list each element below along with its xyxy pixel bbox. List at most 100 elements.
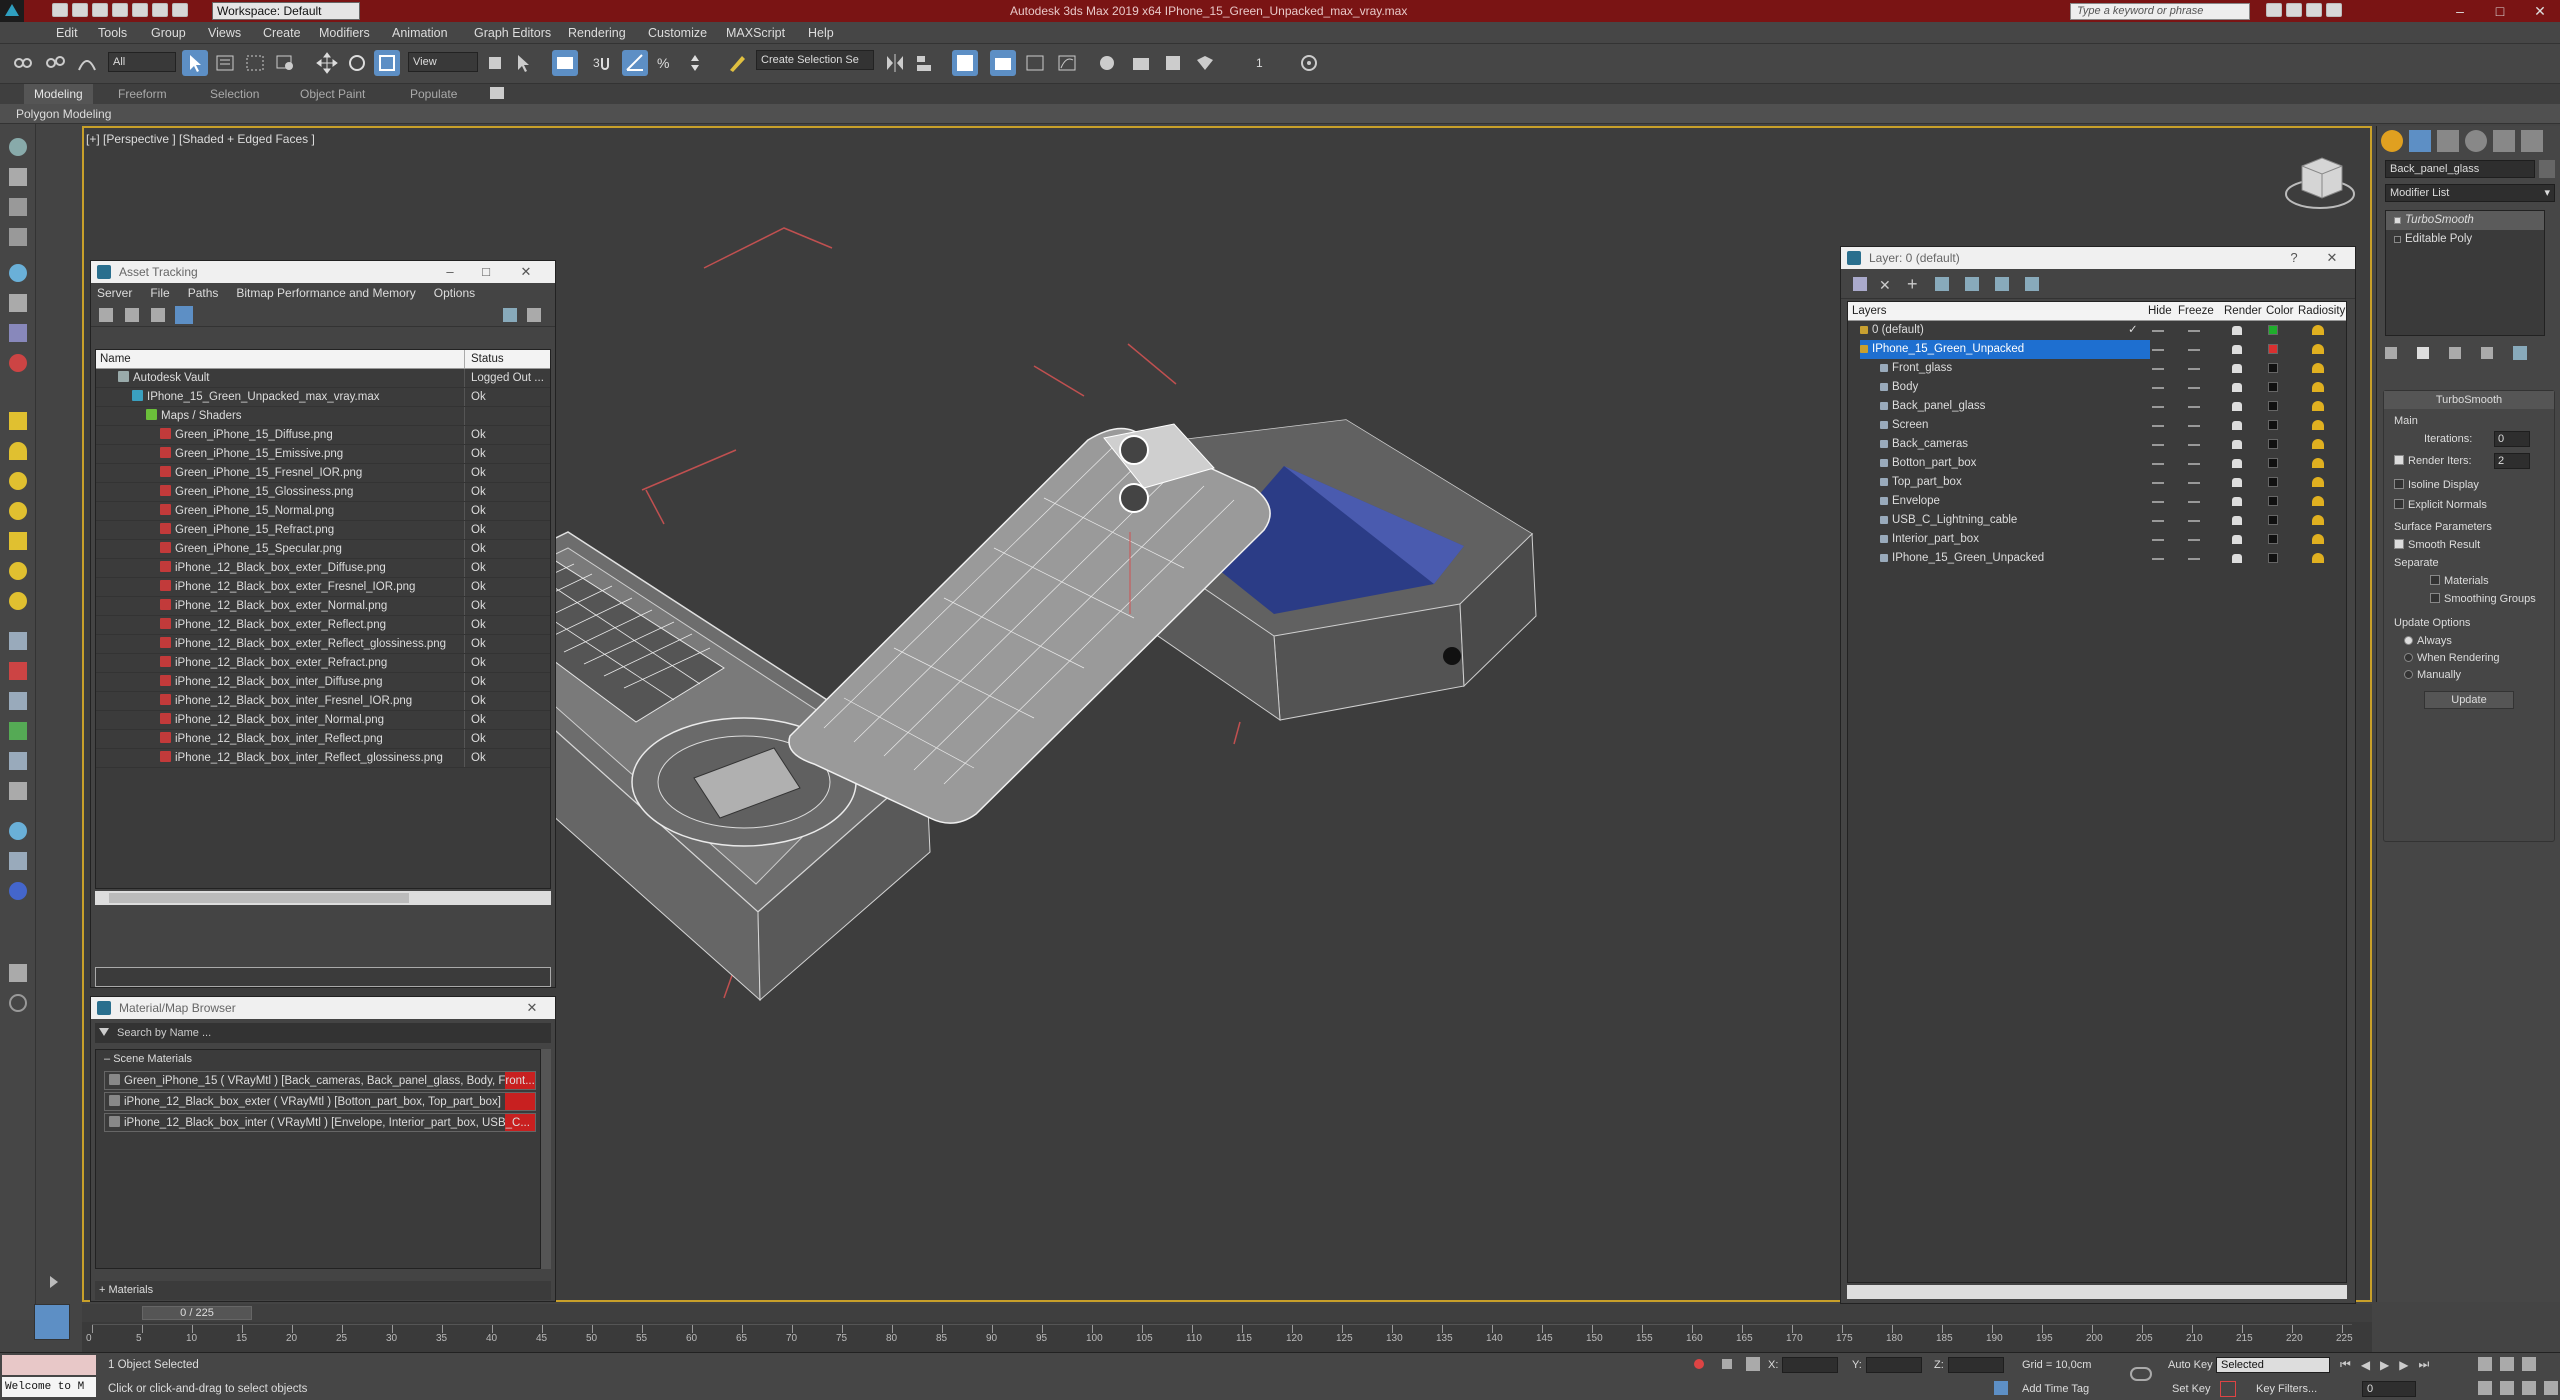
radiosity-icon[interactable]: [2312, 496, 2324, 506]
freeze-toggle-icon[interactable]: [2188, 406, 2200, 408]
x-coordinate-field[interactable]: [1782, 1357, 1838, 1373]
modifier-list-dropdown[interactable]: Modifier List ▾: [2385, 184, 2555, 202]
update-button[interactable]: Update: [2424, 691, 2514, 709]
materials-footer[interactable]: + Materials: [95, 1281, 551, 1300]
material-editor-icon[interactable]: [1128, 50, 1154, 76]
radiosity-icon[interactable]: [2312, 553, 2324, 563]
freeze-toggle-icon[interactable]: [2188, 425, 2200, 427]
layer-color-swatch[interactable]: [2268, 420, 2278, 430]
material-item[interactable]: iPhone_12_Black_box_exter ( VRayMtl ) [B…: [104, 1092, 536, 1111]
menu-server[interactable]: Server: [97, 286, 132, 300]
hide-toggle-icon[interactable]: [2152, 368, 2164, 370]
render-teapot-icon[interactable]: [2232, 402, 2242, 411]
material-browser-titlebar[interactable]: Material/Map Browser ✕: [91, 997, 555, 1019]
create-panel-icon[interactable]: [9, 138, 27, 156]
layer-row[interactable]: Front_glass: [1848, 359, 2346, 378]
material-search-input[interactable]: Search by Name ...: [95, 1023, 551, 1043]
tree-view-icon[interactable]: [151, 308, 165, 322]
freeze-toggle-icon[interactable]: [2188, 368, 2200, 370]
vertical-scrollbar[interactable]: [541, 1049, 551, 1269]
explicit-normals-checkbox[interactable]: Explicit Normals: [2394, 499, 2487, 511]
hide-toggle-icon[interactable]: [2152, 482, 2164, 484]
render-frame-icon[interactable]: [1192, 50, 1218, 76]
hide-toggle-icon[interactable]: [2152, 463, 2164, 465]
key-icon[interactable]: [2286, 3, 2302, 17]
layer-hscrollbar[interactable]: [1847, 1285, 2347, 1299]
previous-frame-icon[interactable]: ◀: [2361, 1358, 2370, 1372]
maximize-button[interactable]: □: [2480, 1, 2520, 21]
modify-tab-icon[interactable]: [2409, 130, 2431, 152]
menu-file[interactable]: File: [150, 286, 169, 300]
bind-space-warp-icon[interactable]: [74, 50, 100, 76]
layer-row[interactable]: USB_C_Lightning_cable: [1848, 511, 2346, 530]
go-to-end-icon[interactable]: ⏭: [2419, 1357, 2430, 1372]
layer-row[interactable]: Screen: [1848, 416, 2346, 435]
maxscript-listener-pink[interactable]: [2, 1355, 96, 1375]
geosphere-icon[interactable]: [9, 592, 27, 610]
set-key-icon[interactable]: [2130, 1367, 2152, 1381]
render-teapot-icon[interactable]: [2232, 440, 2242, 449]
cylinder-icon[interactable]: [9, 442, 27, 460]
menu-help[interactable]: Help: [808, 26, 834, 40]
zoom-icon[interactable]: [2478, 1357, 2492, 1371]
material-item[interactable]: iPhone_12_Black_box_inter ( VRayMtl ) [E…: [104, 1113, 536, 1132]
current-layer-icon[interactable]: [2025, 277, 2039, 291]
layer-color-swatch[interactable]: [2268, 553, 2278, 563]
cone-icon[interactable]: [9, 532, 27, 550]
unlink-icon[interactable]: [42, 50, 68, 76]
scene-materials-group[interactable]: – Scene Materials: [96, 1050, 540, 1069]
save-file-icon[interactable]: [92, 3, 108, 17]
utilities-tab-icon[interactable]: [2521, 130, 2543, 152]
menu-animation[interactable]: Animation: [392, 26, 448, 40]
motion-icon[interactable]: [9, 228, 27, 246]
set-key-button[interactable]: Set Key: [2172, 1383, 2211, 1395]
freeze-toggle-icon[interactable]: [2188, 482, 2200, 484]
hide-toggle-icon[interactable]: [2152, 539, 2164, 541]
asset-row[interactable]: Maps / Shaders: [96, 407, 550, 426]
layer-color-swatch[interactable]: [2268, 325, 2278, 335]
redo-icon[interactable]: [132, 3, 148, 17]
create-tab-icon[interactable]: [2381, 130, 2403, 152]
layer-row[interactable]: IPhone_15_Green_Unpacked: [1848, 340, 2346, 359]
snow-icon[interactable]: [9, 632, 27, 650]
material-item[interactable]: Green_iPhone_15 ( VRayMtl ) [Back_camera…: [104, 1071, 536, 1090]
hide-toggle-icon[interactable]: [2152, 425, 2164, 427]
lock-selection-icon[interactable]: [1722, 1359, 1732, 1369]
toggle-layer-explorer-icon[interactable]: [990, 50, 1016, 76]
menu-options[interactable]: Options: [434, 286, 475, 300]
manually-radio[interactable]: Manually: [2404, 669, 2461, 681]
freeze-toggle-icon[interactable]: [2188, 444, 2200, 446]
asset-row[interactable]: Green_iPhone_15_Diffuse.png Ok: [96, 426, 550, 445]
angle-snap-icon[interactable]: [622, 50, 648, 76]
window-crossing-icon[interactable]: [272, 50, 298, 76]
spinner-snap-icon[interactable]: [682, 50, 708, 76]
make-unique-icon[interactable]: [2449, 347, 2461, 359]
col-status[interactable]: Status: [471, 350, 504, 368]
col-hide[interactable]: Hide: [2148, 302, 2172, 320]
asset-row[interactable]: Green_iPhone_15_Emissive.png Ok: [96, 445, 550, 464]
tab-modeling[interactable]: Modeling: [24, 84, 93, 104]
render-teapot-icon[interactable]: [2232, 364, 2242, 373]
menu-modifiers[interactable]: Modifiers: [319, 26, 370, 40]
freeze-toggle-icon[interactable]: [2188, 349, 2200, 351]
new-file-icon[interactable]: [52, 3, 68, 17]
asset-row[interactable]: iPhone_12_Black_box_inter_Reflect_glossi…: [96, 749, 550, 768]
radiosity-icon[interactable]: [2312, 477, 2324, 487]
maximize-button[interactable]: □: [471, 261, 501, 283]
asset-row[interactable]: iPhone_12_Black_box_inter_Normal.png Ok: [96, 711, 550, 730]
camera-icon[interactable]: [9, 324, 27, 342]
find-icon[interactable]: [1935, 277, 1949, 291]
light-icon[interactable]: [9, 354, 27, 372]
current-frame-field[interactable]: 0: [2362, 1381, 2416, 1397]
snaps-toggle-icon[interactable]: 3: [588, 50, 614, 76]
render-iterative-icon[interactable]: [1296, 50, 1322, 76]
layer-color-swatch[interactable]: [2268, 534, 2278, 544]
smoothing-groups-checkbox[interactable]: Smoothing Groups: [2430, 593, 2536, 605]
asset-row[interactable]: Green_iPhone_15_Specular.png Ok: [96, 540, 550, 559]
next-frame-icon[interactable]: ▶: [2399, 1358, 2408, 1372]
close-button[interactable]: ✕: [517, 997, 547, 1019]
layer-color-swatch[interactable]: [2268, 496, 2278, 506]
render-iters-checkbox[interactable]: Render Iters:: [2394, 455, 2472, 467]
close-button[interactable]: ✕: [511, 261, 541, 283]
hide-toggle-icon[interactable]: [2152, 520, 2164, 522]
